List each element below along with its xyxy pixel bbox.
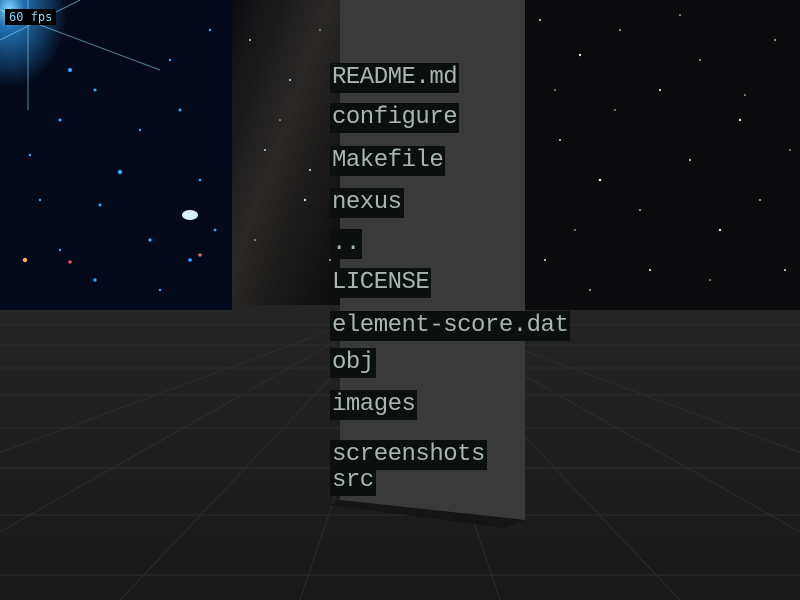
center-sky-panel [232, 0, 340, 305]
file-list: README.md configure Makefile nexus .. LI… [330, 0, 630, 600]
file-item-images[interactable]: images [330, 390, 418, 420]
file-item-license[interactable]: LICENSE [330, 268, 432, 298]
fps-counter: 60 fps [5, 9, 57, 25]
file-item-obj[interactable]: obj [330, 348, 376, 378]
file-item-nexus[interactable]: nexus [330, 188, 404, 218]
file-item-makefile[interactable]: Makefile [330, 146, 446, 176]
file-item-element-score[interactable]: element-score.dat [330, 311, 571, 341]
file-item-src[interactable]: src [330, 466, 376, 496]
file-item-configure[interactable]: configure [330, 103, 460, 133]
file-item-parent-dir[interactable]: .. [330, 229, 362, 259]
file-item-readme[interactable]: README.md [330, 63, 460, 93]
left-sky-panel [0, 0, 232, 310]
